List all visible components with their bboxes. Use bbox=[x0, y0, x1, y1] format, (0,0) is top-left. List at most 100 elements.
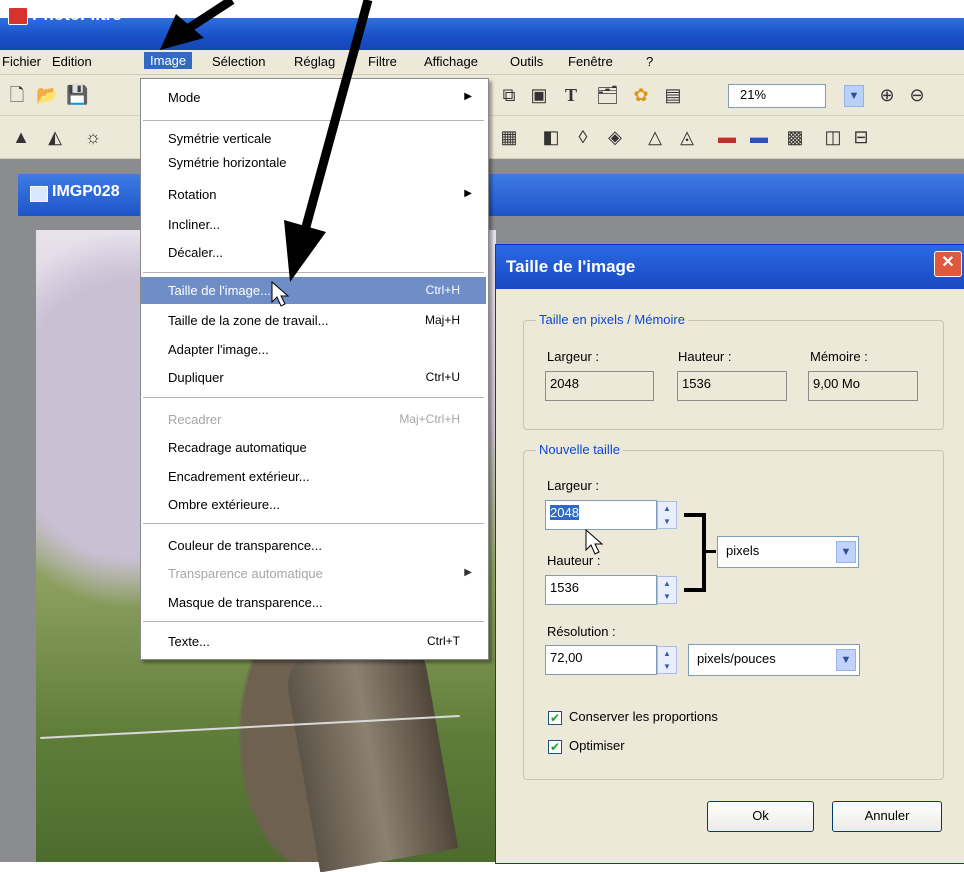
plugin-icon[interactable]: ✿ bbox=[630, 84, 652, 106]
new-width-value: 2048 bbox=[550, 505, 579, 520]
menu-item-label: Encadrement extérieur... bbox=[168, 469, 310, 484]
menu-item-dupliquer[interactable]: Dupliquer Ctrl+U bbox=[141, 366, 486, 390]
menu-separator bbox=[143, 272, 484, 273]
open-folder-icon[interactable]: 📂 bbox=[36, 84, 58, 106]
menu-item-transparence-automatique[interactable]: Transparence automatique ▶ bbox=[141, 562, 486, 586]
contrast-icon[interactable]: ◧ bbox=[540, 126, 562, 148]
size-unit-value: pixels bbox=[726, 543, 760, 558]
sharpen-more-icon[interactable]: ◬ bbox=[676, 126, 698, 148]
menu-item-rotation[interactable]: Rotation ▶ bbox=[141, 183, 486, 207]
auto-contrast-icon[interactable]: ◭ bbox=[44, 126, 66, 148]
drop-double-icon[interactable]: ◈ bbox=[604, 126, 626, 148]
menu-fichier[interactable]: Fichier bbox=[2, 54, 41, 69]
menu-item-taille-zone-travail[interactable]: Taille de la zone de travail... Maj+H bbox=[141, 309, 486, 333]
menu-item-label: Symétrie horizontale bbox=[168, 155, 287, 170]
menu-item-taille-image[interactable]: Taille de l'image... Ctrl+H bbox=[141, 277, 486, 304]
menu-item-label: Mode bbox=[168, 90, 201, 105]
menu-item-label: Couleur de transparence... bbox=[168, 538, 322, 553]
dialog-title: Taille de l'image bbox=[506, 257, 636, 276]
zoom-value: 21% bbox=[740, 87, 767, 102]
menu-selection[interactable]: Sélection bbox=[212, 54, 265, 69]
save-icon[interactable]: 💾 bbox=[66, 84, 88, 106]
new-width-input[interactable]: 2048 bbox=[545, 500, 657, 530]
app-title-bar bbox=[0, 18, 964, 50]
copy-icon[interactable]: ⧉ bbox=[498, 84, 520, 106]
texture-icon[interactable]: ▩ bbox=[784, 126, 806, 148]
new-file-icon[interactable]: 🗋 bbox=[6, 84, 28, 106]
proportion-link-bracket bbox=[684, 588, 704, 592]
menu-fenetre[interactable]: Fenêtre bbox=[568, 54, 613, 69]
menu-item-incliner[interactable]: Incliner... bbox=[141, 213, 486, 237]
zoom-out-icon[interactable]: ⊖ bbox=[906, 84, 928, 106]
menu-item-recadrage-automatique[interactable]: Recadrage automatique bbox=[141, 436, 486, 460]
resolution-value: 72,00 bbox=[550, 650, 583, 665]
menu-item-shortcut: Ctrl+U bbox=[425, 370, 460, 384]
grid-icon[interactable]: ▦ bbox=[498, 126, 520, 148]
text-tool-icon[interactable]: T bbox=[560, 84, 582, 106]
menu-item-label: Rotation bbox=[168, 187, 217, 202]
keep-proportions-checkbox[interactable]: ✔ bbox=[548, 711, 562, 725]
menu-item-mode[interactable]: Mode ▶ bbox=[141, 86, 486, 110]
menu-separator bbox=[143, 523, 484, 524]
mirror-icon[interactable]: ◫ bbox=[822, 126, 844, 148]
zoom-dropdown-icon[interactable]: ▼ bbox=[844, 85, 864, 107]
optimize-checkbox[interactable]: ✔ bbox=[548, 740, 562, 754]
resolution-input[interactable]: 72,00 bbox=[545, 645, 657, 675]
menu-item-label: Taille de la zone de travail... bbox=[168, 313, 329, 328]
menu-item-texte[interactable]: Texte... Ctrl+T bbox=[141, 630, 486, 654]
document-icon bbox=[30, 186, 48, 202]
window-icon[interactable]: ▤ bbox=[662, 84, 684, 106]
menu-item-label: Ombre extérieure... bbox=[168, 497, 280, 512]
menu-item-encadrement-exterieur[interactable]: Encadrement extérieur... bbox=[141, 465, 486, 489]
new-height-spinner[interactable]: ▲ ▼ bbox=[657, 576, 677, 604]
menu-item-label: Taille de l'image... bbox=[168, 283, 271, 298]
resolution-unit-value: pixels/pouces bbox=[697, 651, 776, 666]
menu-item-couleur-transparence[interactable]: Couleur de transparence... bbox=[141, 534, 486, 558]
menu-item-shortcut: Maj+Ctrl+H bbox=[399, 412, 460, 426]
menu-filtre[interactable]: Filtre bbox=[368, 54, 397, 69]
submenu-arrow-icon: ▶ bbox=[464, 91, 472, 102]
gradient-icon[interactable]: ▬ bbox=[716, 126, 738, 148]
zoom-in-icon[interactable]: ⊕ bbox=[876, 84, 898, 106]
menu-separator bbox=[143, 621, 484, 622]
menu-outils[interactable]: Outils bbox=[510, 54, 543, 69]
menu-item-recadrer[interactable]: Recadrer Maj+Ctrl+H bbox=[141, 408, 486, 432]
menu-reglage[interactable]: Réglag bbox=[294, 54, 335, 69]
menu-item-decaler[interactable]: Décaler... bbox=[141, 241, 486, 265]
menu-item-symetrie-verticale[interactable]: Symétrie verticale bbox=[141, 127, 486, 151]
photofiltre-app-icon bbox=[8, 7, 28, 25]
sharpen-icon[interactable]: △ bbox=[644, 126, 666, 148]
menu-edition[interactable]: Edition bbox=[52, 54, 92, 69]
resolution-spinner[interactable]: ▲ ▼ bbox=[657, 646, 677, 674]
menu-help[interactable]: ? bbox=[646, 54, 653, 69]
close-button[interactable]: ✕ bbox=[934, 251, 962, 277]
chevron-down-icon[interactable]: ▼ bbox=[836, 649, 856, 671]
new-height-label: Hauteur : bbox=[547, 553, 601, 568]
menu-affichage[interactable]: Affichage bbox=[424, 54, 478, 69]
current-height-value: 1536 bbox=[677, 371, 787, 401]
new-height-input[interactable]: 1536 bbox=[545, 575, 657, 605]
ok-button[interactable]: Ok bbox=[707, 801, 814, 832]
menu-item-shortcut: Ctrl+H bbox=[425, 283, 460, 297]
gradient-blue-icon[interactable]: ▬ bbox=[748, 126, 770, 148]
menu-item-symetrie-horizontale[interactable]: Symétrie horizontale bbox=[141, 151, 486, 175]
brightness-icon[interactable]: ☼ bbox=[82, 126, 104, 148]
current-width-value: 2048 bbox=[545, 371, 654, 401]
explorer-icon[interactable]: 🗂 bbox=[596, 84, 619, 106]
cancel-button[interactable]: Annuler bbox=[832, 801, 942, 832]
chevron-down-icon[interactable]: ▼ bbox=[836, 541, 856, 563]
menu-image[interactable]: Image bbox=[144, 52, 193, 69]
resolution-unit-select[interactable]: pixels/pouces bbox=[688, 644, 860, 676]
new-width-spinner[interactable]: ▲ ▼ bbox=[657, 501, 677, 529]
split-icon[interactable]: ⊟ bbox=[850, 126, 872, 148]
resolution-label: Résolution : bbox=[547, 624, 616, 639]
paste-icon[interactable]: ▣ bbox=[528, 84, 550, 106]
auto-level-icon[interactable]: ▲ bbox=[10, 126, 32, 148]
drop-icon[interactable]: ◊ bbox=[572, 126, 594, 148]
current-width-label: Largeur : bbox=[547, 349, 600, 364]
menu-item-adapter-image[interactable]: Adapter l'image... bbox=[141, 338, 486, 362]
menu-item-masque-transparence[interactable]: Masque de transparence... bbox=[141, 591, 486, 615]
optimize-label: Optimiser bbox=[569, 738, 625, 753]
menu-item-ombre-exterieure[interactable]: Ombre extérieure... bbox=[141, 493, 486, 517]
menu-item-label: Recadrage automatique bbox=[168, 440, 307, 455]
